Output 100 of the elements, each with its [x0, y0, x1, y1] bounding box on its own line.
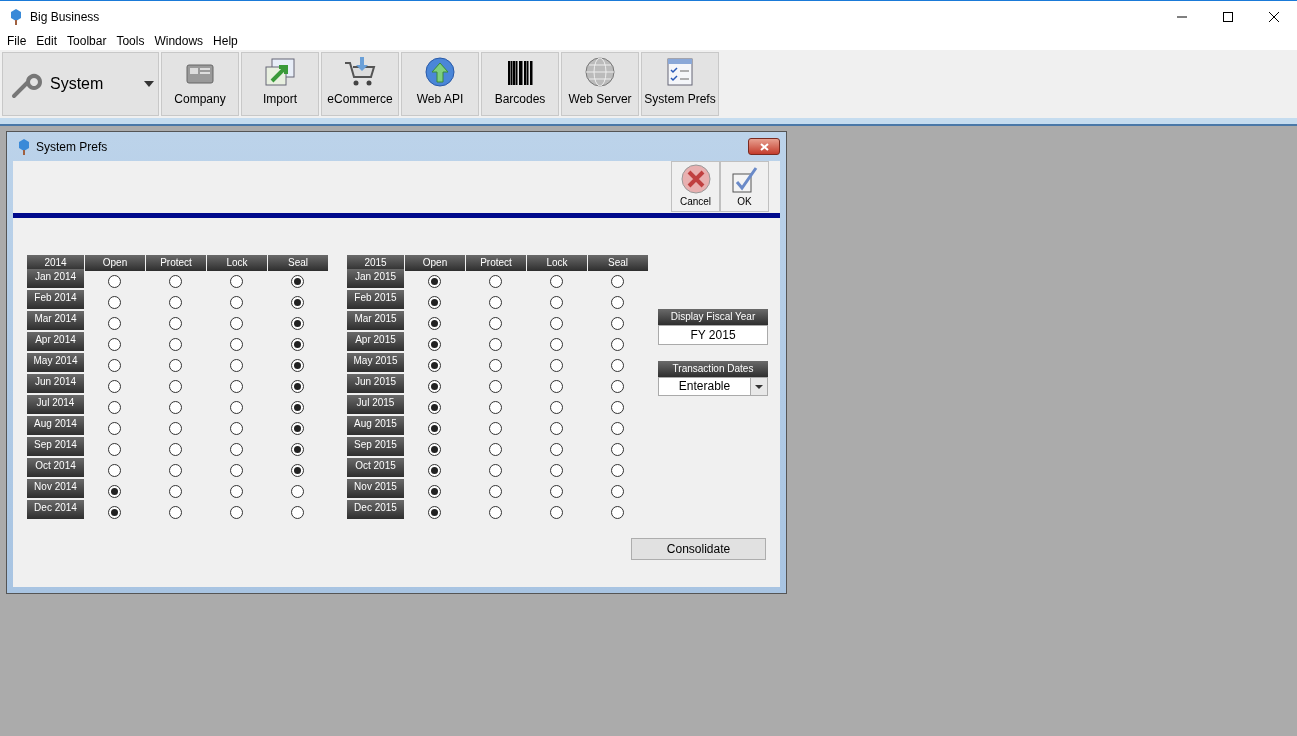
- radio-button[interactable]: [428, 464, 441, 477]
- radio-button[interactable]: [230, 359, 243, 372]
- radio-button[interactable]: [428, 296, 441, 309]
- radio-button[interactable]: [230, 275, 243, 288]
- radio-button[interactable]: [489, 359, 502, 372]
- radio-button[interactable]: [291, 296, 304, 309]
- radio-button[interactable]: [169, 317, 182, 330]
- radio-button[interactable]: [108, 317, 121, 330]
- menu-item[interactable]: Tools: [111, 32, 150, 50]
- radio-button[interactable]: [550, 464, 563, 477]
- radio-button[interactable]: [108, 485, 121, 498]
- radio-button[interactable]: [291, 338, 304, 351]
- close-button[interactable]: [748, 138, 780, 155]
- radio-button[interactable]: [550, 485, 563, 498]
- radio-button[interactable]: [611, 359, 624, 372]
- radio-button[interactable]: [169, 443, 182, 456]
- radio-button[interactable]: [169, 296, 182, 309]
- radio-button[interactable]: [108, 506, 121, 519]
- radio-button[interactable]: [169, 422, 182, 435]
- radio-button[interactable]: [230, 464, 243, 477]
- radio-button[interactable]: [611, 401, 624, 414]
- radio-button[interactable]: [428, 338, 441, 351]
- radio-button[interactable]: [230, 380, 243, 393]
- radio-button[interactable]: [291, 443, 304, 456]
- radio-button[interactable]: [611, 422, 624, 435]
- radio-button[interactable]: [489, 485, 502, 498]
- radio-button[interactable]: [550, 296, 563, 309]
- radio-button[interactable]: [291, 464, 304, 477]
- toolbar-button[interactable]: Company: [161, 52, 239, 116]
- module-dropdown[interactable]: System: [2, 52, 159, 116]
- radio-button[interactable]: [291, 380, 304, 393]
- radio-button[interactable]: [108, 422, 121, 435]
- radio-button[interactable]: [291, 275, 304, 288]
- radio-button[interactable]: [230, 317, 243, 330]
- radio-button[interactable]: [230, 296, 243, 309]
- toolbar-button[interactable]: Web Server: [561, 52, 639, 116]
- radio-button[interactable]: [611, 485, 624, 498]
- radio-button[interactable]: [611, 338, 624, 351]
- consolidate-button[interactable]: Consolidate: [631, 538, 766, 560]
- radio-button[interactable]: [230, 401, 243, 414]
- radio-button[interactable]: [428, 380, 441, 393]
- radio-button[interactable]: [428, 317, 441, 330]
- radio-button[interactable]: [550, 275, 563, 288]
- menu-item[interactable]: Help: [208, 32, 243, 50]
- radio-button[interactable]: [550, 401, 563, 414]
- radio-button[interactable]: [230, 485, 243, 498]
- radio-button[interactable]: [230, 443, 243, 456]
- toolbar-button[interactable]: Web API: [401, 52, 479, 116]
- radio-button[interactable]: [428, 506, 441, 519]
- radio-button[interactable]: [169, 506, 182, 519]
- menu-item[interactable]: Windows: [149, 32, 209, 50]
- radio-button[interactable]: [611, 506, 624, 519]
- radio-button[interactable]: [108, 296, 121, 309]
- radio-button[interactable]: [489, 275, 502, 288]
- radio-button[interactable]: [611, 464, 624, 477]
- action-button[interactable]: OK: [720, 161, 769, 212]
- radio-button[interactable]: [428, 275, 441, 288]
- radio-button[interactable]: [489, 401, 502, 414]
- radio-button[interactable]: [230, 422, 243, 435]
- radio-button[interactable]: [550, 359, 563, 372]
- radio-button[interactable]: [611, 296, 624, 309]
- menu-item[interactable]: File: [2, 32, 32, 50]
- radio-button[interactable]: [291, 422, 304, 435]
- radio-button[interactable]: [489, 443, 502, 456]
- radio-button[interactable]: [169, 401, 182, 414]
- radio-button[interactable]: [611, 275, 624, 288]
- radio-button[interactable]: [169, 275, 182, 288]
- radio-button[interactable]: [230, 506, 243, 519]
- toolbar-button[interactable]: Barcodes: [481, 52, 559, 116]
- radio-button[interactable]: [108, 401, 121, 414]
- radio-button[interactable]: [291, 485, 304, 498]
- radio-button[interactable]: [428, 401, 441, 414]
- radio-button[interactable]: [291, 359, 304, 372]
- radio-button[interactable]: [108, 338, 121, 351]
- radio-button[interactable]: [550, 380, 563, 393]
- toolbar-button[interactable]: Import: [241, 52, 319, 116]
- action-button[interactable]: Cancel: [671, 161, 720, 212]
- radio-button[interactable]: [169, 338, 182, 351]
- radio-button[interactable]: [169, 380, 182, 393]
- radio-button[interactable]: [611, 443, 624, 456]
- radio-button[interactable]: [108, 359, 121, 372]
- radio-button[interactable]: [489, 317, 502, 330]
- menu-item[interactable]: Toolbar: [62, 32, 112, 50]
- fiscal-year-field[interactable]: FY 2015: [658, 325, 768, 345]
- radio-button[interactable]: [291, 317, 304, 330]
- radio-button[interactable]: [169, 464, 182, 477]
- transaction-dates-dropdown[interactable]: Enterable: [658, 377, 768, 396]
- radio-button[interactable]: [550, 317, 563, 330]
- radio-button[interactable]: [550, 422, 563, 435]
- radio-button[interactable]: [428, 443, 441, 456]
- radio-button[interactable]: [230, 338, 243, 351]
- menu-item[interactable]: Edit: [31, 32, 63, 50]
- radio-button[interactable]: [489, 506, 502, 519]
- radio-button[interactable]: [611, 317, 624, 330]
- toolbar-button[interactable]: eCommerce: [321, 52, 399, 116]
- radio-button[interactable]: [611, 380, 624, 393]
- radio-button[interactable]: [108, 464, 121, 477]
- toolbar-button[interactable]: System Prefs: [641, 52, 719, 116]
- radio-button[interactable]: [428, 422, 441, 435]
- radio-button[interactable]: [428, 359, 441, 372]
